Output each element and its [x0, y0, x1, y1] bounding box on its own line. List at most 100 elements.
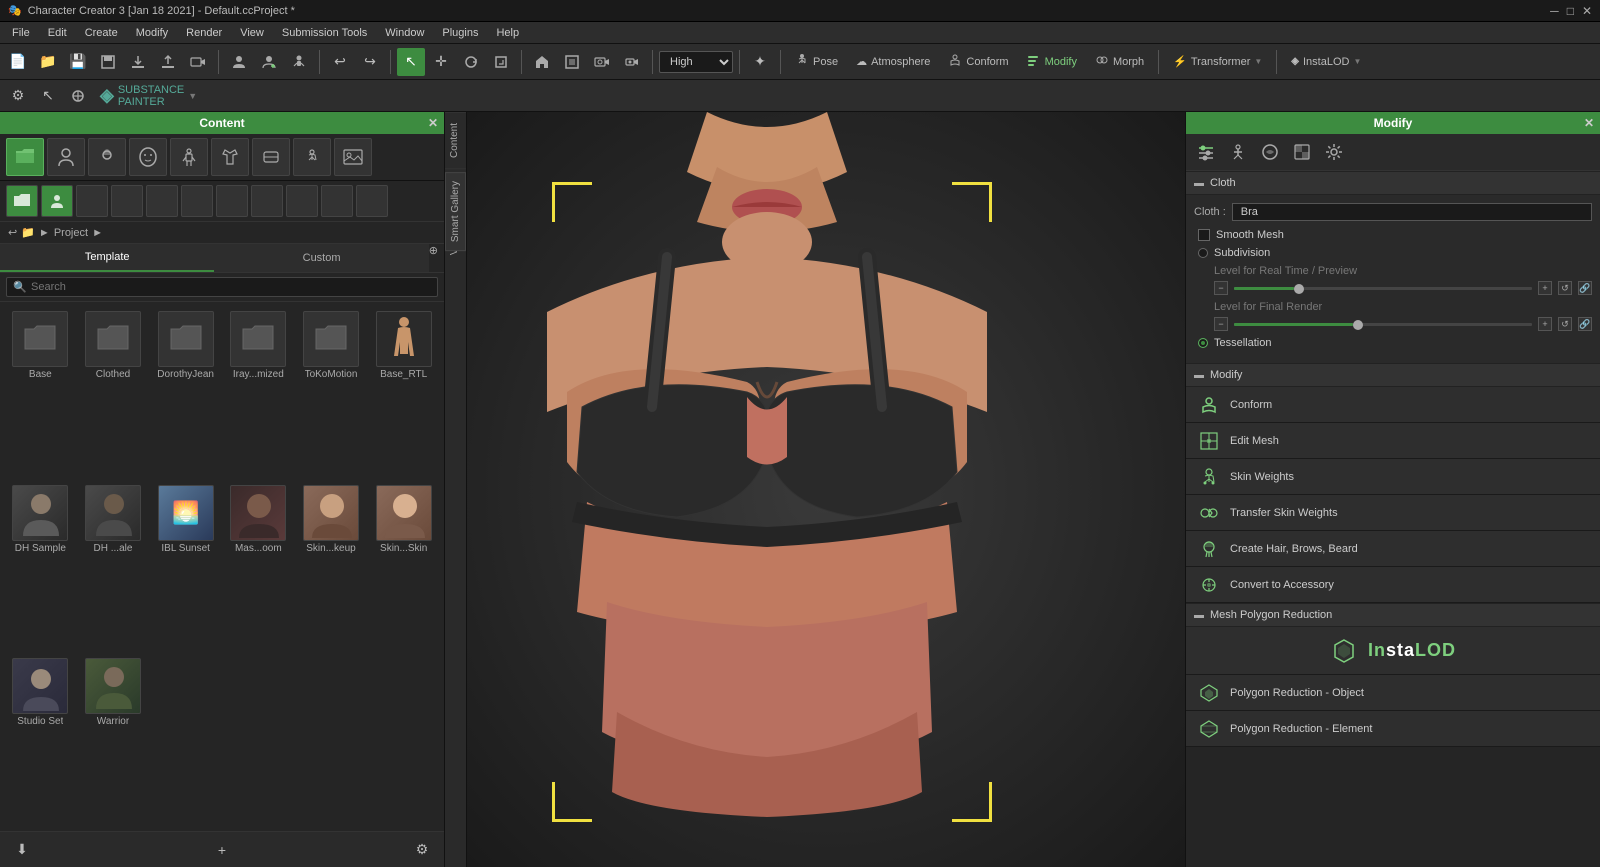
- substance-painter-widget[interactable]: ◈ SUBSTANCEPAINTER ▼: [100, 84, 197, 108]
- dummy-button[interactable]: [285, 48, 313, 76]
- add-character-button[interactable]: [225, 48, 253, 76]
- menu-view[interactable]: View: [232, 25, 272, 41]
- project-label[interactable]: Project: [54, 227, 88, 239]
- tab-options-btn[interactable]: ⊕: [429, 244, 444, 272]
- list-item[interactable]: Studio Set: [6, 655, 75, 825]
- settings-content-button[interactable]: ⚙: [408, 836, 436, 864]
- menu-plugins[interactable]: Plugins: [434, 25, 486, 41]
- undo-button[interactable]: ↩: [326, 48, 354, 76]
- cloth-icon-btn[interactable]: [211, 138, 249, 176]
- export-button[interactable]: [124, 48, 152, 76]
- add-prop-button[interactable]: [255, 48, 283, 76]
- modify-close-button[interactable]: ✕: [1584, 116, 1594, 130]
- transformer-button[interactable]: ⚡ Transformer ▼: [1165, 48, 1270, 76]
- search-input[interactable]: [6, 277, 438, 297]
- polygon-reduction-header[interactable]: ▬ Mesh Polygon Reduction: [1186, 603, 1600, 627]
- menu-help[interactable]: Help: [488, 25, 527, 41]
- camera-button[interactable]: [588, 48, 616, 76]
- morph-button[interactable]: Morph: [1087, 48, 1152, 76]
- subdivision-radio[interactable]: [1198, 248, 1208, 258]
- list-item[interactable]: DH Sample: [6, 482, 75, 652]
- final-slider-plus[interactable]: +: [1538, 317, 1552, 331]
- breadcrumb-item[interactable]: ►: [39, 227, 50, 239]
- transfer-skin-btn[interactable]: Transfer Skin Weights: [1186, 495, 1600, 531]
- modify-toolbar-button[interactable]: Modify: [1019, 48, 1085, 76]
- list-item[interactable]: Warrior: [79, 655, 148, 825]
- skin-weights-btn[interactable]: Skin Weights: [1186, 459, 1600, 495]
- final-slider-thumb[interactable]: [1353, 320, 1363, 330]
- pose-button[interactable]: Pose: [787, 48, 846, 76]
- image-icon-btn[interactable]: [334, 138, 372, 176]
- list-item[interactable]: Base: [6, 308, 75, 478]
- square-btn4[interactable]: [181, 185, 213, 217]
- substance-dropdown[interactable]: ▼: [188, 91, 197, 101]
- instalod-action-btn[interactable]: InstaLOD: [1186, 627, 1600, 675]
- list-item[interactable]: Base_RTL: [369, 308, 438, 478]
- cloth-section-header[interactable]: ▬ Cloth: [1186, 171, 1600, 195]
- modify-gear-btn[interactable]: [1320, 138, 1348, 166]
- download-button[interactable]: ⬇: [8, 836, 36, 864]
- modify-shape-btn[interactable]: [1256, 138, 1284, 166]
- accessory-icon-btn[interactable]: [252, 138, 290, 176]
- list-item[interactable]: Clothed: [79, 308, 148, 478]
- sub-button3[interactable]: [64, 82, 92, 110]
- conform-action-btn[interactable]: Conform: [1186, 387, 1600, 423]
- square-btn9[interactable]: [356, 185, 388, 217]
- rotate-button[interactable]: [457, 48, 485, 76]
- open-button[interactable]: 📁: [34, 48, 62, 76]
- motion-icon-btn[interactable]: [293, 138, 331, 176]
- home-button[interactable]: [528, 48, 556, 76]
- import-button[interactable]: [154, 48, 182, 76]
- characters-icon-btn[interactable]: [47, 138, 85, 176]
- square-btn1[interactable]: [76, 185, 108, 217]
- frame-all-button[interactable]: [558, 48, 586, 76]
- final-slider-minus[interactable]: −: [1214, 317, 1228, 331]
- menu-render[interactable]: Render: [178, 25, 230, 41]
- conform-button[interactable]: Conform: [940, 48, 1016, 76]
- list-item[interactable]: DorothyJean: [151, 308, 220, 478]
- viewport[interactable]: [467, 112, 1185, 867]
- menu-file[interactable]: File: [4, 25, 38, 41]
- save-as-button[interactable]: [94, 48, 122, 76]
- menu-create[interactable]: Create: [77, 25, 126, 41]
- final-slider-link[interactable]: 🔗: [1578, 317, 1592, 331]
- move-button[interactable]: ✛: [427, 48, 455, 76]
- instalod-toolbar-button[interactable]: ◈ InstaLOD ▼: [1283, 48, 1369, 76]
- vtab-content[interactable]: Content: [445, 112, 466, 168]
- smart-gallery-tab[interactable]: Smart Gallery: [445, 172, 466, 251]
- square-btn2[interactable]: [111, 185, 143, 217]
- list-item[interactable]: Iray...mized: [224, 308, 293, 478]
- convert-accessory-btn[interactable]: Convert to Accessory: [1186, 567, 1600, 603]
- select-sub-button[interactable]: ↖: [34, 82, 62, 110]
- person-green-btn[interactable]: [41, 185, 73, 217]
- folder-icon-btn[interactable]: [6, 138, 44, 176]
- realtime-slider-link[interactable]: 🔗: [1578, 281, 1592, 295]
- list-item[interactable]: Mas...oom: [224, 482, 293, 652]
- redo-button[interactable]: ↪: [356, 48, 384, 76]
- custom-tab[interactable]: Custom: [214, 244, 428, 272]
- modify-section-header[interactable]: ▬ Modify: [1186, 363, 1600, 387]
- polygon-element-btn[interactable]: Polygon Reduction - Element: [1186, 711, 1600, 747]
- close-button[interactable]: ✕: [1582, 4, 1592, 18]
- maximize-button[interactable]: □: [1567, 4, 1574, 18]
- realtime-slider-plus[interactable]: +: [1538, 281, 1552, 295]
- record-button[interactable]: [618, 48, 646, 76]
- subdivision-row[interactable]: Subdivision: [1194, 247, 1592, 259]
- square-btn7[interactable]: [286, 185, 318, 217]
- content-close-button[interactable]: ✕: [428, 116, 438, 130]
- final-slider-reset[interactable]: ↺: [1558, 317, 1572, 331]
- tessellation-row[interactable]: Tessellation: [1194, 337, 1592, 349]
- settings-sub-button[interactable]: ⚙: [4, 82, 32, 110]
- realtime-slider-track[interactable]: [1234, 287, 1532, 290]
- menu-window[interactable]: Window: [377, 25, 432, 41]
- final-slider-track[interactable]: [1234, 323, 1532, 326]
- realtime-slider-thumb[interactable]: [1294, 284, 1304, 294]
- menu-edit[interactable]: Edit: [40, 25, 75, 41]
- menu-submission[interactable]: Submission Tools: [274, 25, 375, 41]
- light-button[interactable]: ✦: [746, 48, 774, 76]
- hair-icon-btn[interactable]: [88, 138, 126, 176]
- square-btn6[interactable]: [251, 185, 283, 217]
- back-arrow[interactable]: ↩: [8, 226, 17, 239]
- face-icon-btn[interactable]: [129, 138, 167, 176]
- list-item[interactable]: 🌅 IBL Sunset: [151, 482, 220, 652]
